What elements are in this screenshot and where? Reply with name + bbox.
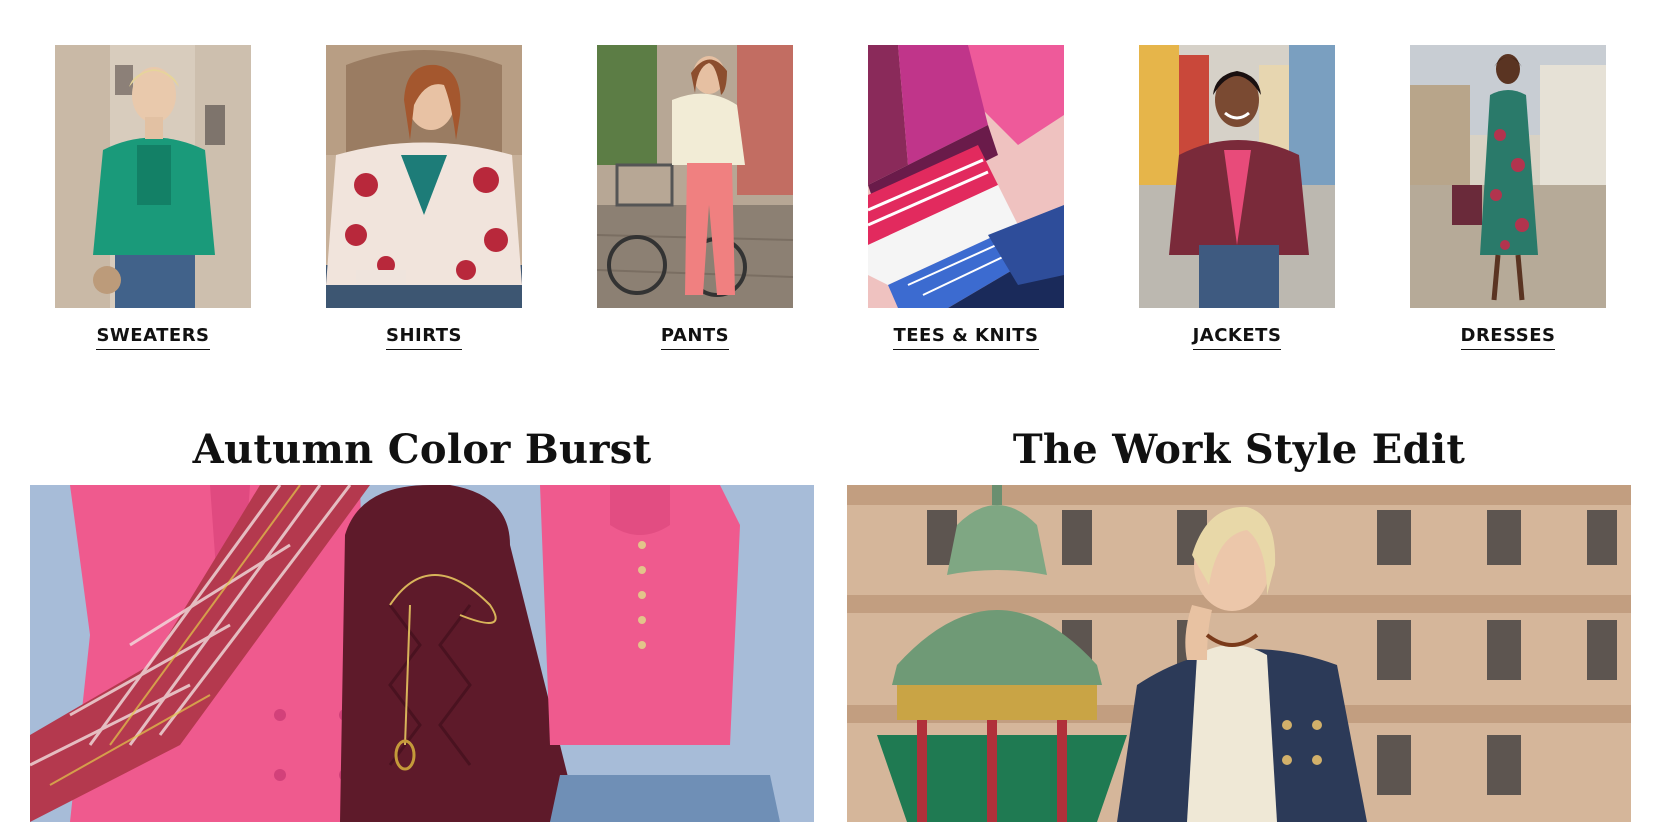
category-sweaters-label[interactable]: SWEATERS [96,326,210,350]
category-pants-image[interactable] [597,45,793,308]
category-jackets-label[interactable]: JACKETS [1192,326,1282,350]
category-dresses-image[interactable] [1410,45,1606,308]
category-sweaters[interactable]: SWEATERS [55,45,251,350]
category-dresses[interactable]: DRESSES [1410,45,1606,350]
feature-work-style-image[interactable] [847,485,1631,822]
feature-work-style-edit: The Work Style Edit [847,425,1631,822]
feature-autumn-image[interactable] [30,485,814,822]
category-sweaters-image[interactable] [55,45,251,308]
category-dresses-label[interactable]: DRESSES [1460,326,1556,350]
category-pants[interactable]: PANTS [597,45,793,350]
feature-autumn-color-burst: Autumn Color Burst [30,425,814,822]
category-jackets[interactable]: JACKETS [1139,45,1335,350]
category-jackets-image[interactable] [1139,45,1335,308]
category-pants-label[interactable]: PANTS [660,326,730,350]
category-shirts[interactable]: SHIRTS [326,45,522,350]
category-tees-knits-image[interactable] [868,45,1064,308]
category-grid: SWEATERS SHIRTS PANTS TEES & KNITS JACKE… [0,45,1657,365]
feature-title: Autumn Color Burst [192,426,652,473]
category-tees-knits[interactable]: TEES & KNITS [868,45,1064,350]
category-shirts-image[interactable] [326,45,522,308]
category-tees-knits-label[interactable]: TEES & KNITS [893,326,1039,350]
category-shirts-label[interactable]: SHIRTS [385,326,463,350]
feature-title: The Work Style Edit [1012,426,1466,473]
